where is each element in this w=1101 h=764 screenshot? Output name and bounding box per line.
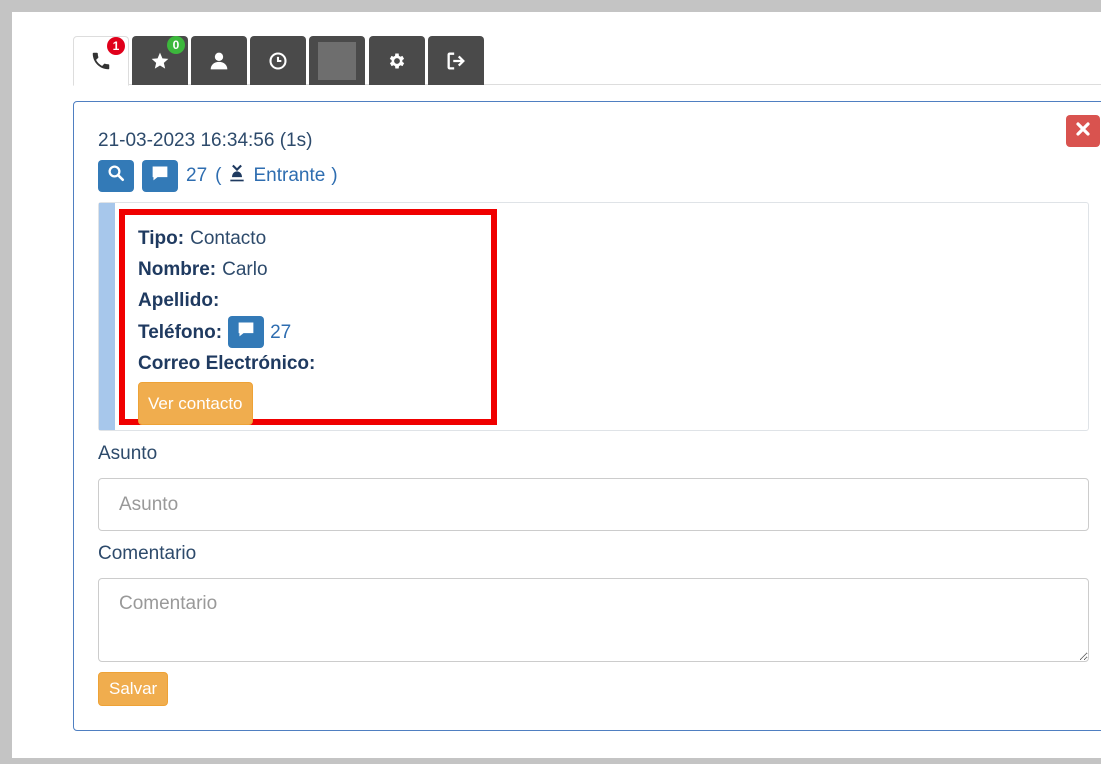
tipo-label: Tipo:	[138, 228, 185, 249]
close-button[interactable]	[1066, 115, 1100, 147]
direction-label: Entrante	[253, 165, 326, 186]
call-detail-panel: 21-03-2023 16:34:56 (1s) 27 ( Entrante )	[73, 101, 1101, 731]
tipo-value: Contacto	[190, 228, 267, 249]
tab-bar: 1 0	[73, 36, 1101, 86]
tab-contacts[interactable]	[191, 36, 247, 85]
gear-icon	[385, 49, 409, 73]
caller-number[interactable]: 27	[186, 165, 207, 187]
comment-label: Comentario	[98, 543, 197, 564]
telefono-label: Teléfono:	[138, 321, 223, 343]
tab-blank[interactable]	[309, 36, 365, 85]
contact-name-row: Nombre: Carlo	[138, 254, 321, 285]
incoming-call-icon	[227, 163, 247, 189]
chat-bubble-icon	[236, 317, 256, 348]
subject-input[interactable]	[98, 478, 1089, 531]
window-frame-bottom	[0, 758, 1101, 764]
contact-phone-row: Teléfono: 27	[138, 316, 321, 348]
logout-icon	[444, 49, 468, 73]
chat-bubble-icon	[150, 164, 170, 188]
tab-logout[interactable]	[428, 36, 484, 85]
nombre-value: Carlo	[222, 259, 268, 280]
tab-calls[interactable]: 1	[73, 36, 129, 86]
save-button[interactable]: Salvar	[98, 672, 169, 706]
apellido-label: Apellido:	[138, 290, 220, 311]
call-actions-row: 27 ( Entrante )	[98, 160, 338, 192]
tab-favorites[interactable]: 0	[132, 36, 188, 85]
correo-label: Correo Electrónico:	[138, 353, 316, 374]
telefono-value[interactable]: 27	[270, 317, 291, 348]
close-paren: )	[331, 165, 338, 186]
search-button[interactable]	[98, 160, 134, 192]
window-frame-left	[0, 0, 12, 764]
contact-details: Tipo: Contacto Nombre: Carlo Apellido: T…	[138, 223, 321, 425]
gray-square-icon	[318, 41, 356, 80]
phone-message-button[interactable]	[228, 316, 265, 348]
view-contact-button[interactable]: Ver contacto	[138, 382, 253, 425]
contact-type-row: Tipo: Contacto	[138, 223, 321, 254]
star-icon	[148, 49, 172, 73]
open-paren: (	[215, 165, 222, 186]
window-frame-top	[0, 0, 1101, 12]
tab-history[interactable]	[250, 36, 306, 85]
favorites-badge: 0	[167, 36, 185, 54]
tab-settings[interactable]	[369, 36, 425, 85]
message-button[interactable]	[142, 160, 178, 192]
close-icon	[1075, 121, 1091, 142]
missed-calls-badge: 1	[107, 37, 125, 55]
card-accent-bar	[99, 203, 115, 430]
contact-email-row: Correo Electrónico:	[138, 348, 321, 379]
subject-label: Asunto	[98, 443, 158, 464]
search-icon	[107, 164, 125, 188]
nombre-label: Nombre:	[138, 259, 217, 280]
user-icon	[207, 49, 231, 73]
call-datetime: 21-03-2023 16:34:56 (1s)	[98, 130, 313, 151]
comment-textarea[interactable]	[98, 578, 1089, 662]
contact-info-card: Tipo: Contacto Nombre: Carlo Apellido: T…	[98, 202, 1089, 431]
clock-icon	[266, 49, 290, 73]
contact-lastname-row: Apellido:	[138, 285, 321, 316]
call-direction: ( Entrante )	[215, 163, 338, 189]
